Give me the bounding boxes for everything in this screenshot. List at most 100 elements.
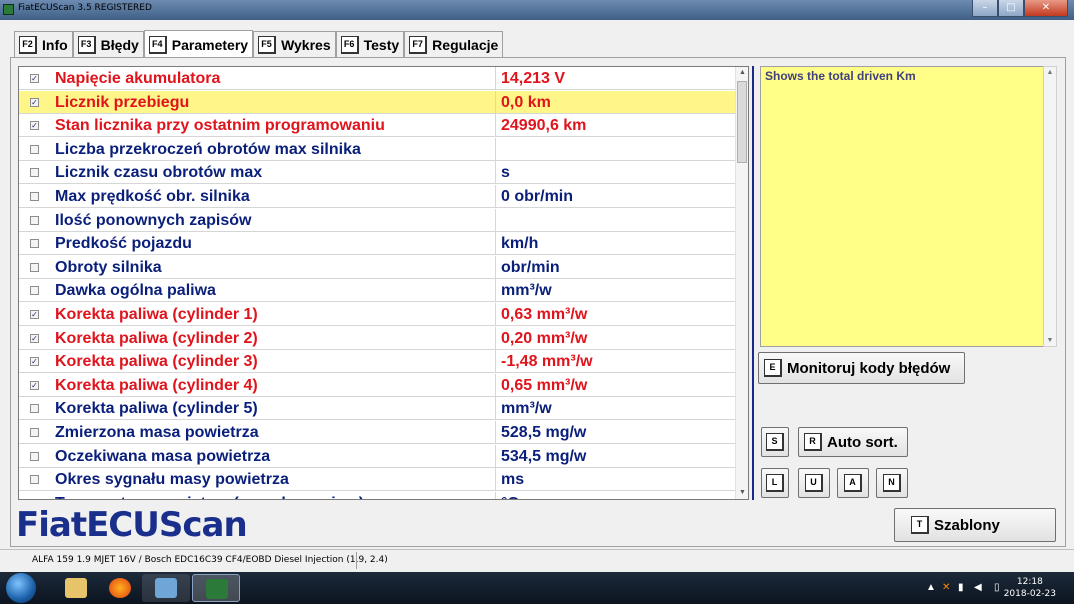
- parameter-row[interactable]: ✓ Korekta paliwa (cylinder 1) 0,63 mm³/w: [19, 303, 735, 326]
- u-button[interactable]: U: [798, 468, 830, 498]
- parameter-checkbox[interactable]: ✓: [30, 357, 39, 367]
- scroll-thumb[interactable]: [737, 81, 747, 163]
- description-scrollbar[interactable]: ▲ ▼: [1043, 66, 1057, 347]
- parameter-value: 24990,6 km: [501, 117, 587, 135]
- key-r-icon: R: [804, 433, 822, 451]
- volume-icon[interactable]: ◀: [974, 582, 982, 593]
- tab-tests[interactable]: F6 Testy: [335, 31, 405, 58]
- parameter-row[interactable]: Zmierzona masa powietrza 528,5 mg/w: [19, 421, 735, 444]
- parameter-row[interactable]: ✓ Korekta paliwa (cylinder 2) 0,20 mm³/w: [19, 326, 735, 350]
- parameter-row[interactable]: Predkość pojazdu km/h: [19, 232, 735, 256]
- tab-label: Info: [42, 37, 68, 53]
- taskbar-control-panel[interactable]: [142, 574, 190, 602]
- parameter-checkbox[interactable]: [30, 215, 39, 225]
- parameter-row[interactable]: Licznik czasu obrotów max s: [19, 161, 735, 185]
- tab-info[interactable]: F2 Info: [14, 31, 73, 58]
- parameter-row[interactable]: ✓ Stan licznika przy ostatnim programowan…: [19, 114, 735, 138]
- key-e-icon: E: [764, 359, 782, 377]
- key-f6-icon: F6: [340, 36, 359, 54]
- system-tray: ▲ ✕ ▮ ◀ ▯ 12:18 2018-02-23: [914, 572, 1074, 604]
- battery-icon[interactable]: ▯: [994, 582, 1000, 593]
- parameter-row[interactable]: ✓ Licznik przebiegu 0,0 km: [19, 90, 735, 114]
- tab-graph[interactable]: F5 Wykres: [253, 31, 336, 58]
- parameter-list-scrollbar[interactable]: ▲ ▼: [735, 67, 748, 499]
- parameter-checkbox[interactable]: [30, 404, 39, 414]
- start-button-icon[interactable]: [6, 573, 36, 603]
- parameter-row[interactable]: ✓ Napięcie akumulatora 14,213 V: [19, 67, 735, 90]
- parameter-row[interactable]: Oczekiwana masa powietrza 534,5 mg/w: [19, 444, 735, 468]
- column-divider: [495, 185, 496, 208]
- parameter-checkbox[interactable]: [30, 498, 39, 499]
- parameter-checkbox[interactable]: ✓: [30, 97, 39, 107]
- monitor-error-codes-button[interactable]: E Monitoruj kody błędów: [758, 352, 965, 384]
- parameter-row[interactable]: Temperatura powietrza (przepływomierz) °…: [19, 491, 735, 499]
- parameter-checkbox[interactable]: [30, 475, 39, 485]
- scroll-up-icon[interactable]: ▲: [1044, 69, 1056, 76]
- parameter-row[interactable]: Liczba przekroczeń obrotów max silnika: [19, 137, 735, 161]
- column-divider: [495, 114, 496, 138]
- column-divider: [495, 350, 496, 374]
- parameter-row[interactable]: Dawka ogólna paliwa mm³/w: [19, 279, 735, 303]
- parameter-name: Korekta paliwa (cylinder 2): [55, 329, 258, 347]
- parameter-checkbox[interactable]: ✓: [30, 380, 39, 390]
- s-button[interactable]: S: [761, 427, 789, 457]
- parameter-checkbox[interactable]: [30, 168, 39, 178]
- l-button[interactable]: L: [761, 468, 789, 498]
- parameter-checkbox[interactable]: [30, 286, 39, 296]
- tab-parameters[interactable]: F4 Parametery: [143, 30, 254, 58]
- taskbar-firefox[interactable]: [96, 574, 144, 602]
- column-divider: [495, 90, 496, 114]
- auto-sort-button[interactable]: R Auto sort.: [798, 427, 908, 457]
- parameter-checkbox[interactable]: ✓: [30, 333, 39, 343]
- close-button[interactable]: ✕: [1024, 0, 1068, 17]
- network-alert-icon[interactable]: ✕: [942, 582, 950, 593]
- parameter-row[interactable]: Okres sygnału masy powietrza ms: [19, 468, 735, 492]
- tab-adjustments[interactable]: F7 Regulacje: [404, 31, 504, 58]
- signal-icon[interactable]: ▮: [958, 582, 964, 593]
- parameter-checkbox[interactable]: [30, 451, 39, 461]
- parameter-value: obr/min: [501, 258, 560, 276]
- minimize-button[interactable]: –: [972, 0, 998, 17]
- scroll-up-icon[interactable]: ▲: [736, 67, 749, 79]
- parameter-row[interactable]: Korekta paliwa (cylinder 5) mm³/w: [19, 397, 735, 421]
- column-divider: [495, 397, 496, 421]
- tab-errors[interactable]: F3 Błędy: [72, 31, 144, 58]
- parameter-value: 14,213 V: [501, 70, 566, 87]
- parameter-name: Max prędkość obr. silnika: [55, 188, 250, 205]
- parameter-checkbox[interactable]: ✓: [30, 310, 39, 319]
- scroll-down-icon[interactable]: ▼: [1044, 337, 1056, 344]
- parameter-checkbox[interactable]: [30, 428, 39, 437]
- parameter-row[interactable]: ✓ Korekta paliwa (cylinder 3) -1,48 mm³/w: [19, 350, 735, 374]
- parameter-row[interactable]: ✓ Korekta paliwa (cylinder 4) 0,65 mm³/w: [19, 373, 735, 397]
- templates-button[interactable]: T Szablony: [894, 508, 1056, 542]
- a-button[interactable]: A: [837, 468, 869, 498]
- parameter-checkbox[interactable]: [30, 192, 39, 201]
- clock[interactable]: 12:18 2018-02-23: [1004, 576, 1056, 600]
- n-button[interactable]: N: [876, 468, 908, 498]
- parameter-row[interactable]: Obroty silnika obr/min: [19, 255, 735, 279]
- parameter-value: mm³/w: [501, 282, 552, 300]
- key-f5-icon: F5: [258, 36, 277, 54]
- parameter-checkbox[interactable]: [30, 239, 39, 249]
- column-divider: [495, 421, 496, 444]
- parameter-checkbox[interactable]: [30, 144, 39, 154]
- parameter-checkbox[interactable]: [30, 262, 39, 272]
- parameter-value: 0,20 mm³/w: [501, 329, 588, 347]
- key-u-icon: U: [805, 474, 823, 492]
- show-hidden-icons-icon[interactable]: ▲: [926, 582, 936, 593]
- parameter-checkbox[interactable]: ✓: [30, 121, 39, 131]
- parameter-list[interactable]: ✓ Napięcie akumulatora 14,213 V ✓ Licznik pr…: [18, 66, 749, 500]
- tab-label: Regulacje: [432, 37, 499, 53]
- parameter-value: °C: [501, 495, 519, 499]
- maximize-button[interactable]: □: [998, 0, 1024, 17]
- parameter-value: 0,65 mm³/w: [501, 376, 588, 394]
- scroll-down-icon[interactable]: ▼: [736, 487, 749, 499]
- taskbar-fiatecuscan[interactable]: [192, 574, 240, 602]
- parameter-name: Licznik przebiegu: [55, 93, 190, 111]
- parameter-name: Okres sygnału masy powietrza: [55, 471, 289, 489]
- parameter-value: mm³/w: [501, 400, 552, 418]
- taskbar-explorer[interactable]: [52, 574, 100, 602]
- parameter-checkbox[interactable]: ✓: [30, 74, 39, 83]
- parameter-row[interactable]: Max prędkość obr. silnika 0 obr/min: [19, 185, 735, 208]
- parameter-row[interactable]: Ilość ponownych zapisów: [19, 208, 735, 232]
